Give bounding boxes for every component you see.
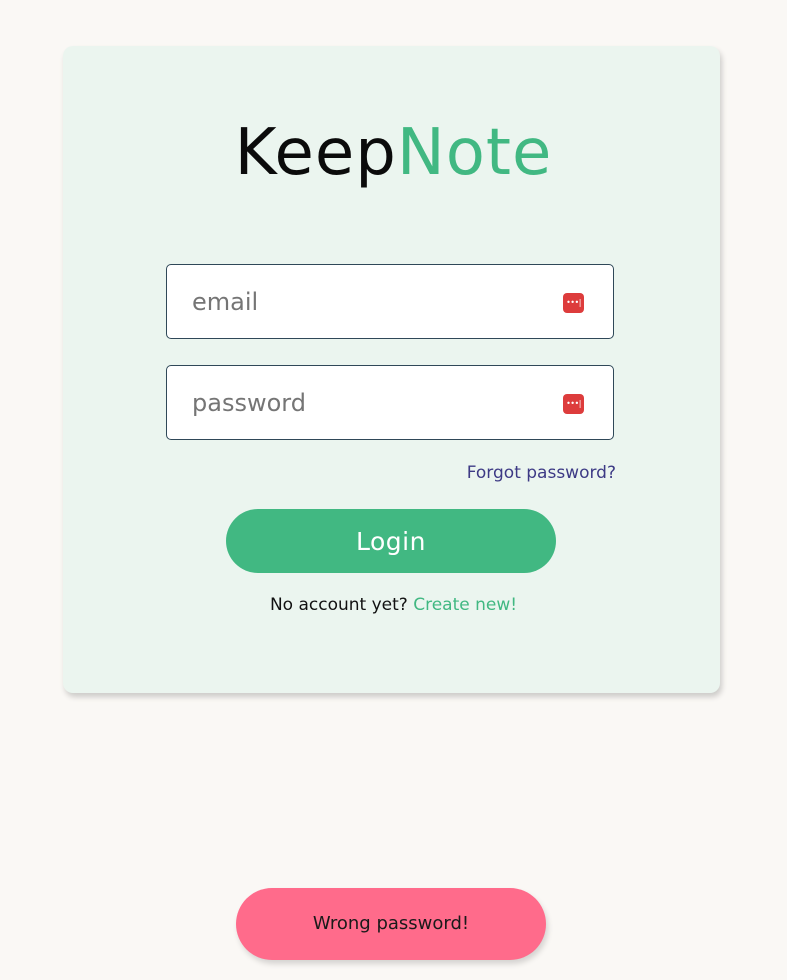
email-input[interactable] (167, 265, 613, 338)
password-field-wrapper: •••| (166, 365, 614, 440)
app-logo: KeepNote (0, 113, 787, 193)
toast-message: Wrong password! (312, 913, 470, 934)
forgot-password-link[interactable]: Forgot password? (400, 463, 616, 483)
login-button[interactable]: Login (226, 509, 556, 573)
password-input[interactable] (167, 366, 613, 439)
error-toast: Wrong password! (236, 888, 546, 960)
logo-keep: Keep (234, 116, 397, 190)
password-manager-icon[interactable]: •••| (563, 394, 584, 414)
password-manager-icon[interactable]: •••| (563, 293, 584, 313)
signup-prompt: No account yet? Create new! (0, 595, 787, 615)
logo-note: Note (396, 116, 553, 190)
create-account-link[interactable]: Create new! (413, 595, 517, 615)
no-account-text: No account yet? (269, 595, 408, 615)
email-field-wrapper: •••| (166, 264, 614, 339)
